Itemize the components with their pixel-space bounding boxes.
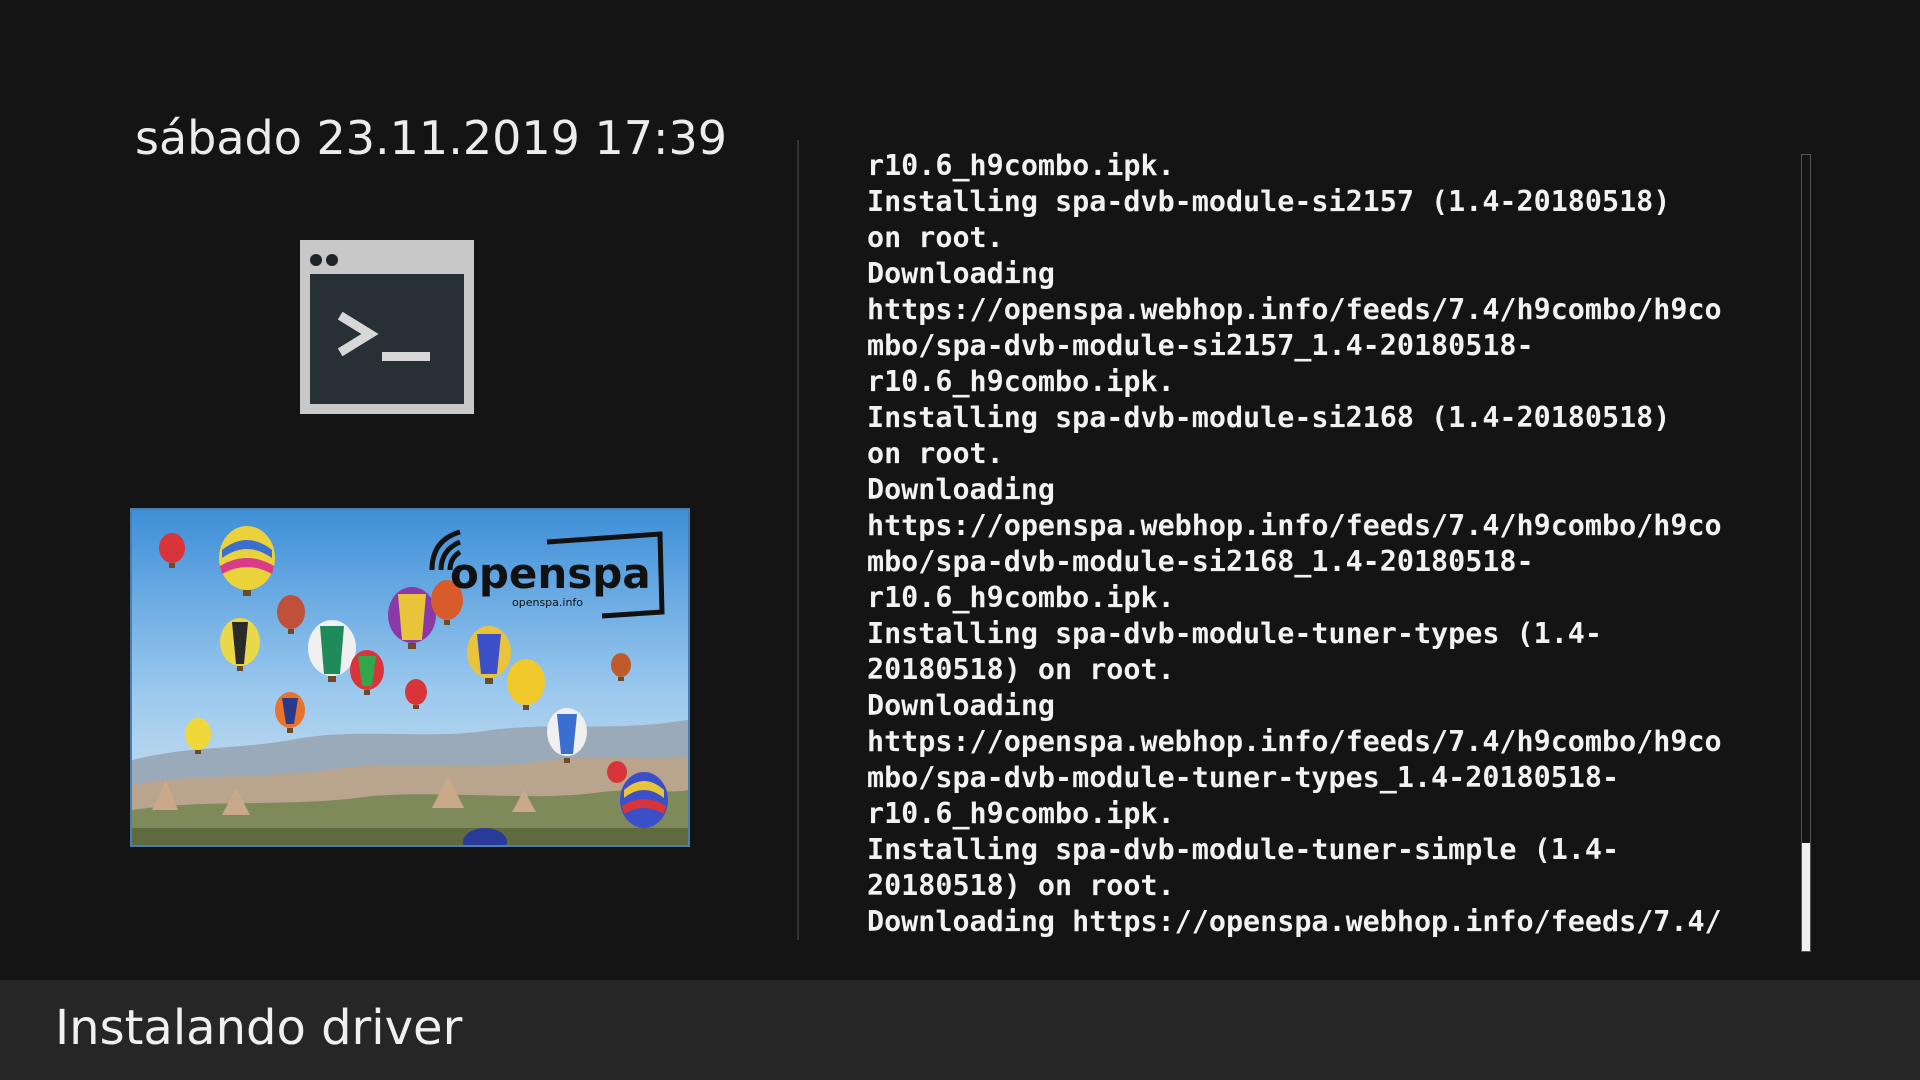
log-line: Installing spa-dvb-module-tuner-types (1… <box>867 617 1602 650</box>
log-line: Downloading <box>867 689 1056 722</box>
log-line: Installing spa-dvb-module-si2168 (1.4-20… <box>867 401 1671 434</box>
terminal-screen <box>310 274 464 404</box>
log-line: mbo/spa-dvb-module-tuner-types_1.4-20180… <box>867 761 1620 794</box>
terminal-icon <box>300 240 474 414</box>
log-scrollbar[interactable] <box>1801 154 1811 952</box>
log-line: https://openspa.webhop.info/feeds/7.4/h9… <box>867 725 1722 758</box>
log-line: 20180518) on root. <box>867 869 1175 902</box>
log-scrollbar-thumb[interactable] <box>1802 843 1810 951</box>
log-line: Downloading <box>867 257 1056 290</box>
log-line: 20180518) on root. <box>867 653 1175 686</box>
log-line: r10.6_h9combo.ipk. <box>867 149 1175 182</box>
vertical-divider <box>797 140 799 940</box>
log-line: on root. <box>867 437 1004 470</box>
log-line: Installing spa-dvb-module-si2157 (1.4-20… <box>867 185 1671 218</box>
svg-text:openspa: openspa <box>450 549 651 598</box>
install-log[interactable]: r10.6_h9combo.ipk. Installing spa-dvb-mo… <box>867 148 1787 948</box>
log-line: on root. <box>867 221 1004 254</box>
log-line: Installing spa-dvb-module-tuner-simple (… <box>867 833 1620 866</box>
log-line: Downloading https://openspa.webhop.info/… <box>867 905 1722 938</box>
log-line: Downloading <box>867 473 1056 506</box>
log-line: https://openspa.webhop.info/feeds/7.4/h9… <box>867 509 1722 542</box>
status-title: Instalando driver <box>55 1000 463 1056</box>
log-line: mbo/spa-dvb-module-si2168_1.4-20180518- <box>867 545 1534 578</box>
status-footer: Instalando driver <box>0 980 1920 1080</box>
openspa-balloons-picture: openspa openspa.info <box>130 508 690 847</box>
date-time-display: sábado 23.11.2019 17:39 <box>135 111 728 165</box>
svg-text:openspa.info: openspa.info <box>512 596 583 609</box>
log-line: r10.6_h9combo.ipk. <box>867 581 1175 614</box>
log-line: r10.6_h9combo.ipk. <box>867 797 1175 830</box>
log-line: https://openspa.webhop.info/feeds/7.4/h9… <box>867 293 1722 326</box>
window-dots <box>310 251 342 270</box>
log-line: r10.6_h9combo.ipk. <box>867 365 1175 398</box>
log-line: mbo/spa-dvb-module-si2157_1.4-20180518- <box>867 329 1534 362</box>
